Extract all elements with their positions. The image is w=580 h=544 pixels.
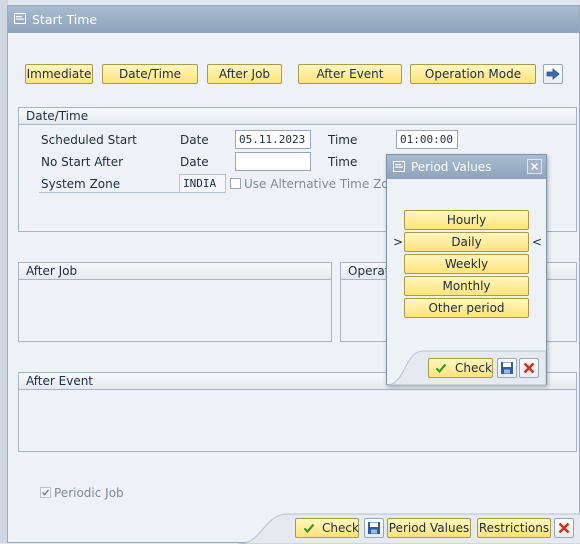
popup-save-button[interactable] — [497, 358, 517, 378]
window-icon — [14, 13, 26, 24]
period-option-hourly[interactable]: Hourly — [404, 210, 529, 230]
check-button[interactable]: Check — [295, 518, 359, 538]
arrow-right-icon — [546, 68, 560, 80]
scheduled-time-input[interactable]: 01:00:00 — [396, 130, 458, 149]
scheduled-start-label: Scheduled Start — [41, 133, 137, 147]
period-popup-title: Period Values — [411, 160, 492, 174]
cancel-icon — [558, 522, 570, 534]
dialog-title-bar: Start Time — [8, 6, 579, 33]
period-values-button[interactable]: Period Values — [387, 518, 471, 538]
scheduled-date-input[interactable]: 05.11.2023 — [235, 130, 311, 149]
save-icon — [368, 522, 380, 534]
period-option-weekly[interactable]: Weekly — [404, 254, 529, 274]
popup-close-button[interactable] — [527, 159, 542, 174]
after-job-button[interactable]: After Job — [207, 64, 282, 84]
periodic-job-checkbox[interactable] — [40, 487, 51, 498]
window-icon — [393, 161, 405, 172]
close-icon — [531, 163, 538, 170]
popup-check-label: Check — [455, 361, 492, 375]
alternative-timezone-checkbox[interactable] — [230, 178, 241, 189]
check-icon — [303, 523, 315, 534]
scheduled-time-label: Time — [328, 133, 358, 147]
period-option-daily[interactable]: Daily — [404, 232, 529, 252]
period-option-monthly[interactable]: Monthly — [404, 276, 529, 296]
checkmark-icon — [41, 489, 50, 496]
after-job-group-title: After Job — [19, 263, 331, 280]
popup-check-button[interactable]: Check — [428, 358, 493, 378]
selected-right-marker: < — [532, 235, 543, 249]
period-values-popup: Period Values Hourly > Daily < Weekly Mo… — [386, 154, 547, 385]
popup-cancel-button[interactable] — [519, 358, 539, 378]
no-start-date-label: Date — [180, 155, 209, 169]
period-popup-title-bar: Period Values — [387, 155, 546, 179]
selected-left-marker: > — [393, 235, 404, 249]
system-zone-input[interactable]: INDIA — [179, 174, 226, 193]
save-button[interactable] — [364, 518, 384, 538]
check-icon — [435, 363, 447, 374]
immediate-button[interactable]: Immediate — [25, 64, 93, 84]
dialog-title: Start Time — [32, 12, 98, 27]
no-start-after-label: No Start After — [41, 155, 124, 169]
alternative-timezone-label: Use Alternative Time Zone — [244, 177, 404, 191]
period-option-other[interactable]: Other period — [404, 298, 529, 318]
no-start-date-input[interactable] — [235, 152, 311, 171]
after-job-group: After Job — [18, 262, 332, 342]
check-button-label: Check — [322, 521, 359, 535]
cancel-icon — [523, 362, 535, 374]
no-start-time-label: Time — [328, 155, 358, 169]
restrictions-button[interactable]: Restrictions — [477, 518, 551, 538]
after-event-button[interactable]: After Event — [298, 64, 402, 84]
cancel-button[interactable] — [554, 518, 574, 538]
date-time-group-title: Date/Time — [19, 108, 576, 125]
save-icon — [501, 362, 513, 374]
operation-mode-button[interactable]: Operation Mode — [410, 64, 536, 84]
scheduled-date-label: Date — [180, 133, 209, 147]
date-time-button[interactable]: Date/Time — [102, 64, 198, 84]
periodic-job-label: Periodic Job — [54, 486, 124, 500]
next-screen-button[interactable] — [543, 64, 563, 84]
system-zone-label: System Zone — [41, 177, 121, 191]
